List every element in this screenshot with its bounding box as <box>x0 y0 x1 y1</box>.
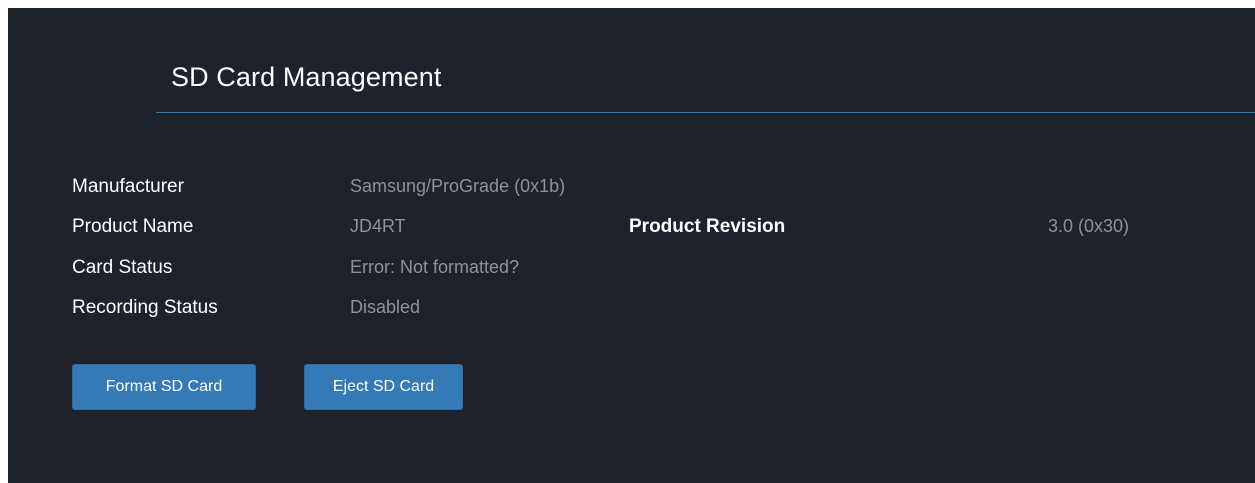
info-row-card-status: Card Status Error: Not formatted? <box>72 257 1255 283</box>
recording-status-label: Recording Status <box>72 297 218 318</box>
recording-status-value: Disabled <box>350 297 421 317</box>
card-status-label: Card Status <box>72 257 173 278</box>
info-row-recording-status: Recording Status Disabled <box>72 297 1255 323</box>
manufacturer-value: Samsung/ProGrade (0x1b) <box>350 176 566 196</box>
section-title: SD Card Management <box>171 62 442 92</box>
sd-card-panel: SD Card Management Manufacturer Samsung/… <box>8 8 1255 483</box>
card-status-value: Error: Not formatted? <box>350 257 520 277</box>
product-name-label: Product Name <box>72 216 194 237</box>
manufacturer-label: Manufacturer <box>72 176 184 197</box>
eject-sd-card-button[interactable]: Eject SD Card <box>304 364 463 410</box>
title-divider <box>156 112 1255 113</box>
product-revision-value: 3.0 (0x30) <box>1048 216 1130 236</box>
info-row-product: Product Name JD4RT Product Revision 3.0 … <box>72 216 1255 242</box>
product-revision-label: Product Revision <box>629 216 786 237</box>
product-name-value: JD4RT <box>350 216 406 236</box>
format-sd-card-button[interactable]: Format SD Card <box>72 364 256 410</box>
info-row-manufacturer: Manufacturer Samsung/ProGrade (0x1b) <box>72 176 1255 202</box>
